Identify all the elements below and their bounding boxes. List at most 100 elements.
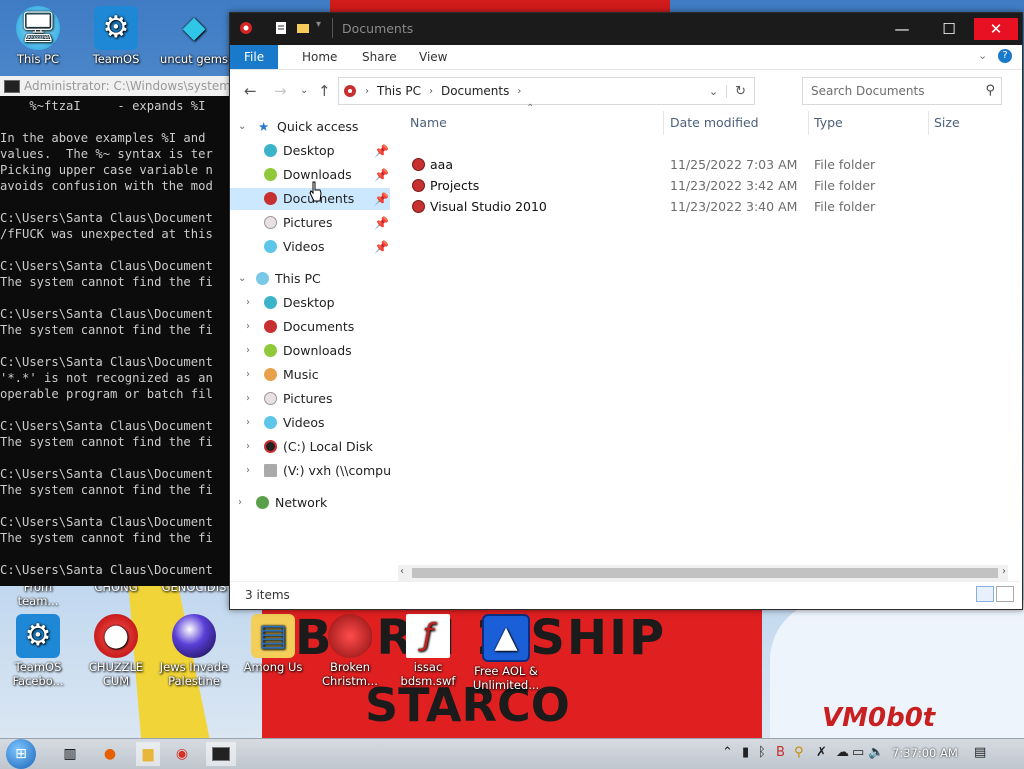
expand-chevron-icon[interactable]: ›	[246, 388, 250, 410]
desktop-icon-this-pc[interactable]: 🖥 This PC	[2, 6, 74, 66]
back-button[interactable]: ←	[244, 82, 257, 100]
quick-access-toolbar-dropdown-icon[interactable]: ▾	[316, 19, 321, 30]
task-view-button[interactable]: ▥	[58, 742, 82, 766]
desktop-icon-among-us[interactable]: ▤ Among Us	[237, 614, 309, 674]
ribbon-expand-icon[interactable]: ⌄	[978, 49, 987, 62]
desktop-icon-uncut-gems[interactable]: ◆ uncut gems	[158, 6, 230, 67]
column-header-size[interactable]: Size	[934, 115, 960, 130]
clock[interactable]: 7:37:00 AM	[892, 746, 958, 760]
explorer-titlebar[interactable]: ▾ Documents — ☐ ✕	[230, 13, 1022, 45]
nav-quick-videos[interactable]: Videos 📌	[230, 236, 390, 258]
table-row[interactable]: Projects 11/23/2022 3:42 AM File folder	[398, 175, 998, 196]
bluetooth-icon[interactable]: ᛒ	[758, 745, 766, 760]
tray-cloud-icon[interactable]: ☁	[836, 745, 849, 760]
cmd-taskbar-button[interactable]	[206, 742, 236, 766]
help-icon[interactable]: ?	[998, 49, 1012, 63]
cmd-output[interactable]: %~ftzaI - expands %I In the above exampl…	[0, 96, 232, 578]
nav-pc-documents[interactable]: › Documents	[230, 316, 390, 338]
file-explorer-button[interactable]: ▆	[136, 742, 160, 766]
expand-chevron-icon[interactable]: ›	[246, 340, 250, 362]
column-divider[interactable]	[663, 111, 664, 135]
pin-icon[interactable]: 📌	[374, 236, 389, 258]
tab-view[interactable]: View	[405, 45, 461, 69]
maximize-button[interactable]: ☐	[927, 18, 971, 40]
pin-icon[interactable]: 📌	[374, 140, 389, 162]
recent-locations-icon[interactable]: ⌄	[300, 85, 308, 96]
nav-quick-desktop[interactable]: Desktop 📌	[230, 140, 390, 162]
expand-chevron-icon[interactable]: ›	[238, 492, 242, 514]
tab-share[interactable]: Share	[348, 45, 411, 69]
search-input[interactable]: Search Documents ⚲	[802, 77, 1002, 105]
desktop-icon-swf[interactable]: ƒ issac bdsm.swf	[392, 614, 464, 688]
close-button[interactable]: ✕	[974, 18, 1018, 40]
pin-icon[interactable]: 📌	[374, 188, 389, 210]
nav-quick-pictures[interactable]: Pictures 📌	[230, 212, 390, 234]
nav-pc-downloads[interactable]: › Downloads	[230, 340, 390, 362]
desktop-icon-teamos[interactable]: ⚙ TeamOS	[80, 6, 152, 66]
up-button[interactable]: ↑	[318, 82, 331, 100]
minimize-button[interactable]: —	[880, 18, 924, 40]
pin-icon[interactable]: 📌	[374, 212, 389, 234]
expand-chevron-icon[interactable]: ›	[246, 460, 250, 482]
cmd-titlebar[interactable]: Administrator: C:\Windows\system32\	[0, 76, 232, 96]
expand-chevron-icon[interactable]: ›	[246, 412, 250, 434]
volume-icon[interactable]: 🔈	[868, 745, 884, 760]
tray-tool-icon[interactable]: ✗	[816, 745, 827, 760]
nav-pc-videos[interactable]: › Videos	[230, 412, 390, 434]
expand-chevron-icon[interactable]: ›	[246, 436, 250, 458]
nav-pc-network-drive[interactable]: › (V:) vxh (\\compute	[230, 460, 390, 482]
scroll-left-icon[interactable]: ‹	[400, 566, 404, 577]
nav-this-pc[interactable]: ⌄ This PC	[230, 268, 390, 290]
nav-pc-music[interactable]: › Music	[230, 364, 390, 386]
table-row[interactable]: Visual Studio 2010 11/23/2022 3:40 AM Fi…	[398, 196, 998, 217]
horizontal-scrollbar[interactable]: ‹ ›	[398, 565, 1008, 581]
tray-app-icon[interactable]: ▮	[742, 745, 749, 760]
collapse-chevron-icon[interactable]: ⌄	[238, 116, 246, 138]
notification-icon[interactable]: ▤	[974, 745, 986, 760]
desktop-icon-orb[interactable]: Jews Invade Palestine	[158, 614, 230, 688]
start-button[interactable]: ⊞	[6, 739, 36, 769]
firefox-button[interactable]: ●	[98, 742, 122, 766]
tray-search-icon[interactable]: ⚲	[794, 745, 804, 760]
tray-overflow-icon[interactable]: ⌃	[722, 745, 733, 760]
new-folder-icon[interactable]	[296, 21, 310, 35]
nav-pc-desktop[interactable]: › Desktop	[230, 292, 390, 314]
address-bar[interactable]: › This PC › Documents › ⌄ ↻	[338, 77, 755, 105]
refresh-icon[interactable]: ↻	[727, 84, 754, 99]
nav-quick-access[interactable]: ⌄ ★ Quick access	[230, 116, 390, 138]
breadcrumb-this-pc[interactable]: This PC	[377, 84, 421, 98]
tab-home[interactable]: Home	[288, 45, 351, 69]
tray-b-icon[interactable]: B	[776, 745, 785, 760]
expand-chevron-icon[interactable]: ›	[246, 364, 250, 386]
large-icons-view-icon[interactable]	[996, 586, 1014, 602]
cmd-window[interactable]: Administrator: C:\Windows\system32\ %~ft…	[0, 76, 232, 586]
details-view-icon[interactable]	[976, 586, 994, 602]
expand-chevron-icon[interactable]: ›	[246, 292, 250, 314]
breadcrumb-documents[interactable]: Documents	[441, 84, 509, 98]
desktop-icon-aol[interactable]: ▲ Free AOL & Unlimited...	[470, 614, 542, 692]
tab-file[interactable]: File	[230, 45, 279, 69]
column-header-name[interactable]: Name	[410, 115, 447, 130]
column-header-type[interactable]: Type	[814, 115, 843, 130]
column-header-date-modified[interactable]: Date modified	[670, 115, 759, 130]
nav-pc-pictures[interactable]: › Pictures	[230, 388, 390, 410]
table-row[interactable]: aaa 11/25/2022 7:03 AM File folder	[398, 154, 998, 175]
nav-network[interactable]: › Network	[230, 492, 390, 514]
desktop-icon-teamos-facebook[interactable]: ⚙ TeamOS Facebo...	[2, 614, 74, 688]
address-dropdown-icon[interactable]: ⌄	[701, 84, 728, 98]
network-status-icon[interactable]: ▭	[852, 745, 864, 760]
column-divider[interactable]	[808, 111, 809, 135]
column-divider[interactable]	[928, 111, 929, 135]
nav-pc-local-disk[interactable]: › (C:) Local Disk	[230, 436, 390, 458]
properties-icon[interactable]	[274, 21, 288, 35]
expand-chevron-icon[interactable]: ›	[246, 316, 250, 338]
collapse-chevron-icon[interactable]: ⌄	[238, 268, 246, 290]
pin-icon[interactable]: 📌	[374, 164, 389, 186]
explorer-window[interactable]: ▾ Documents — ☐ ✕ File Home Share View ⌄…	[229, 12, 1023, 610]
scrollbar-thumb[interactable]	[412, 568, 998, 578]
scroll-right-icon[interactable]: ›	[1002, 566, 1006, 577]
desktop-icon-chuzzle[interactable]: ● CHUZZLE CUM	[80, 614, 152, 688]
desktop-icon-broken-christmas[interactable]: Broken Christm...	[314, 614, 386, 688]
chrome-button[interactable]: ◉	[170, 742, 194, 766]
forward-button[interactable]: →	[274, 82, 287, 100]
